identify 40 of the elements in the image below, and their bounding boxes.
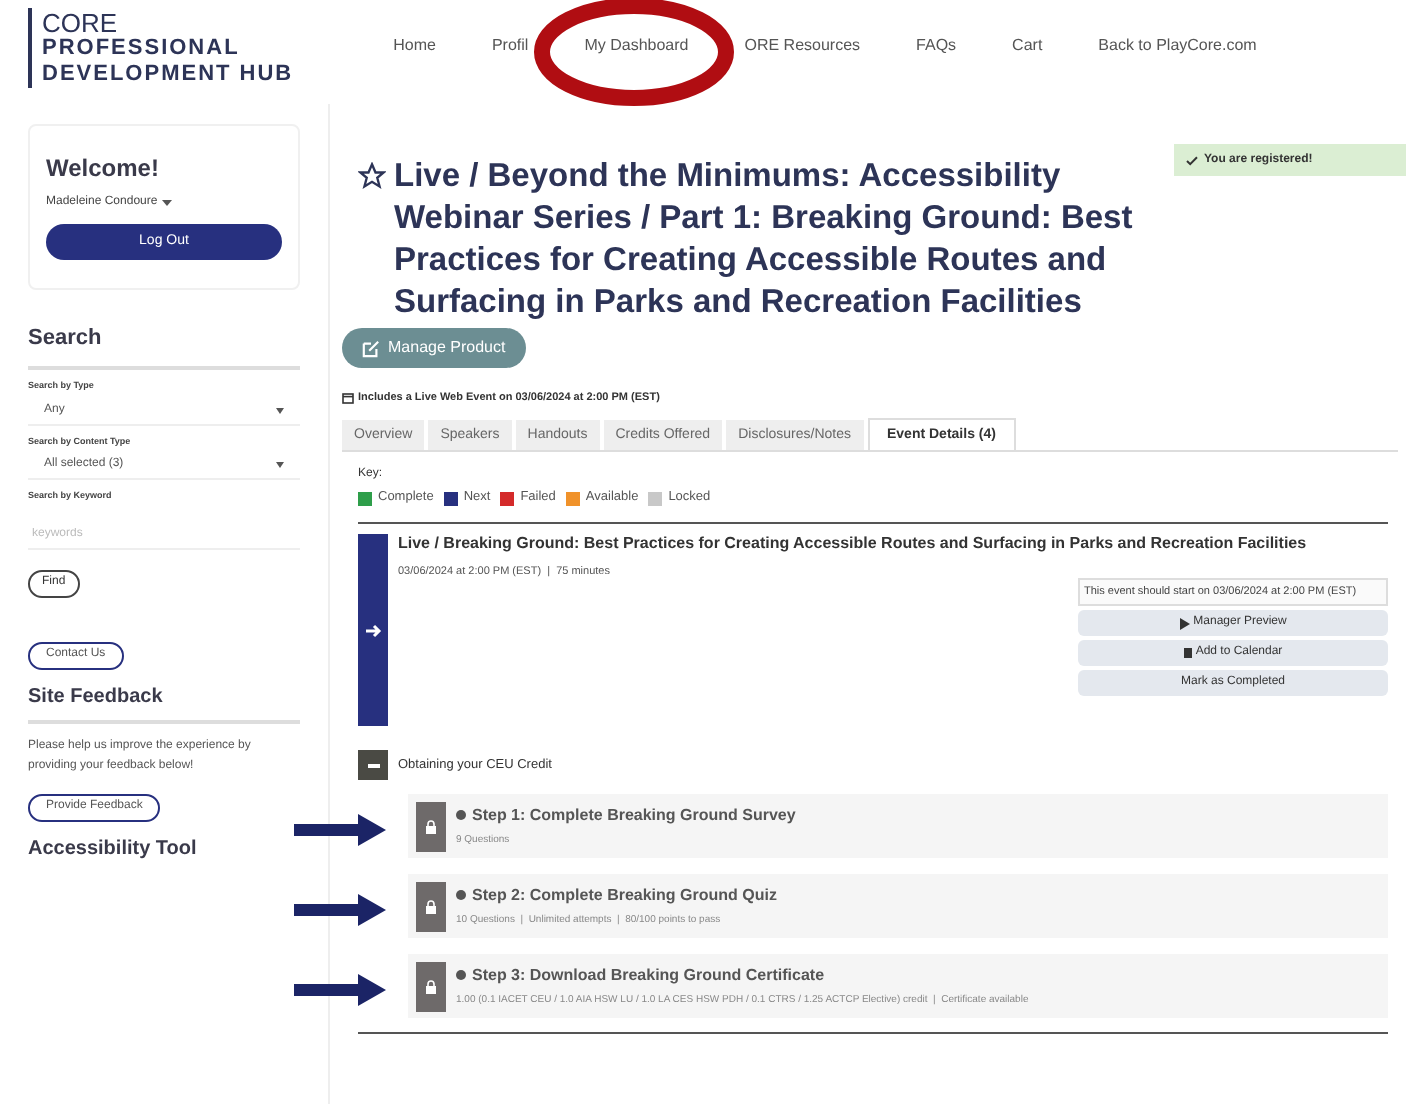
lock-icon <box>424 899 438 913</box>
lock-icon <box>424 819 438 833</box>
step-title: Step 2: Complete Breaking Ground Quiz <box>472 883 777 908</box>
page-title: Live / Beyond the Minimums: Accessibility Webinar Series / Part 1: Breaking Ground: Best Practices for Creating Accessible Routes and Surfacing in Parks and Recreation Facilities <box>394 156 1135 324</box>
caret-icon <box>276 462 284 469</box>
section-heading: Search <box>28 322 300 370</box>
arrow-icon <box>365 623 381 637</box>
pointer-arrow <box>294 974 386 1006</box>
step-title: Step 3: Download Breaking Ground Certificate <box>472 963 825 988</box>
section-heading: Site Feedback <box>28 682 300 724</box>
caret-icon <box>161 199 172 207</box>
caret-icon <box>276 407 284 413</box>
nav-link[interactable]: Cart <box>1012 34 1043 58</box>
welcome-heading: Welcome! <box>46 152 161 186</box>
collapse-button[interactable] <box>358 750 388 780</box>
manage-product-button[interactable]: Manage Product <box>342 328 526 368</box>
minus-icon <box>367 763 379 767</box>
step-title: Step 1: Complete Breaking Ground Survey <box>472 803 796 828</box>
nav-link[interactable]: Back to PlayCore.com <box>1098 34 1257 58</box>
calendar-icon <box>342 392 354 405</box>
step-icon <box>456 890 466 901</box>
calendar-icon <box>1183 648 1192 658</box>
play-icon <box>1179 617 1190 629</box>
logo-text: DEVELOPMENT HUB <box>42 61 294 87</box>
edit-icon <box>362 339 380 357</box>
logo-text: PROFESSIONAL <box>42 35 242 61</box>
step-icon <box>456 970 466 981</box>
event-title: Live / Breaking Ground: Best Practices for Creating Accessible Routes and Surfacing in Parks and Recreation Facilities <box>398 534 1309 554</box>
section-heading: Accessibility Tool <box>28 836 199 864</box>
nav-link[interactable]: My Dashboard <box>584 34 689 58</box>
nav-link[interactable]: Profil <box>491 34 529 58</box>
nav-link[interactable]: FAQs <box>916 34 957 58</box>
nav-link[interactable]: ORE Resources <box>744 34 861 58</box>
pointer-arrow <box>294 814 386 846</box>
logo-brand: CORE <box>42 9 120 35</box>
star-icon[interactable] <box>358 162 386 190</box>
pointer-arrow <box>294 894 386 926</box>
step-icon <box>456 810 466 821</box>
lock-icon <box>424 979 438 993</box>
nav-link[interactable]: Home <box>393 34 436 58</box>
